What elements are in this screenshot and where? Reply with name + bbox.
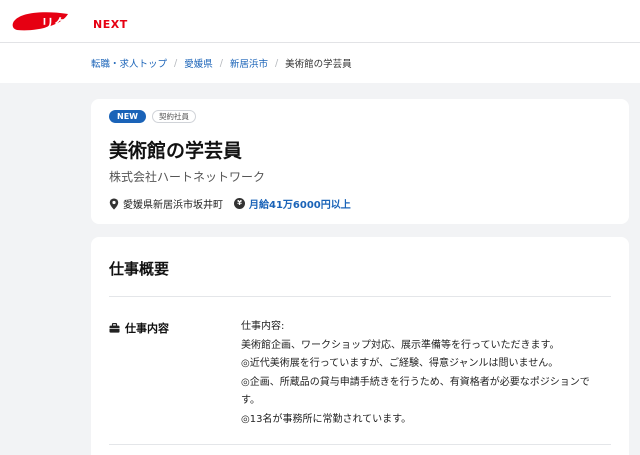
job-location: 愛媛県新居浜市坂井町 <box>109 196 223 211</box>
logo-mark: リクナビNEXT <box>11 8 131 34</box>
job-description-text: 仕事内容: 美術館企画、ワークショップ対応、展示準備等を行っていただきます。 ◎… <box>241 318 616 429</box>
breadcrumb-separator: / <box>274 57 279 69</box>
breadcrumb-item-prefecture[interactable]: 愛媛県 <box>184 56 213 70</box>
yen-icon: ¥ <box>234 198 245 209</box>
job-title: 美術館の学芸員 <box>109 140 243 162</box>
pin-icon <box>109 198 119 209</box>
job-description-label-text: 仕事内容 <box>125 322 169 335</box>
description-line: 美術館企画、ワークショップ対応、展示準備等を行っていただきます。 <box>241 339 560 351</box>
divider <box>109 296 611 297</box>
description-line: ◎13名が事務所に常勤されています。 <box>241 413 412 425</box>
breadcrumb-separator: / <box>174 57 178 69</box>
breadcrumb-separator: / <box>219 57 223 69</box>
description-line: ◎近代美術展を行っていますが、ご経験、得意ジャンルは問いません。 <box>241 358 559 369</box>
breadcrumb-item-city[interactable]: 新居浜市 <box>230 56 268 70</box>
employment-type-badge: 契約社員 <box>151 110 196 123</box>
logo-text: リクナビNEXT <box>41 17 128 32</box>
job-tags: NEW 契約社員 <box>109 110 196 123</box>
briefcase-icon <box>109 323 120 333</box>
job-salary: ¥ 月給41万6000円以上 <box>234 196 351 211</box>
breadcrumb-bar: 転職・求人トップ / 愛媛県 / 新居浜市 / 美術館の学芸員 <box>0 43 640 83</box>
section-title: 仕事概要 <box>109 260 170 278</box>
company-name: 株式会社ハートネットワーク <box>109 170 266 184</box>
job-description-label: 仕事内容 <box>109 320 169 336</box>
site-header: リクナビNEXT <box>0 0 640 43</box>
new-badge: NEW <box>109 110 146 123</box>
job-meta: 愛媛県新居浜市坂井町 ¥ 月給41万6000円以上 <box>109 196 351 211</box>
job-location-text: 愛媛県新居浜市坂井町 <box>123 200 223 211</box>
job-salary-text: 月給41万6000円以上 <box>249 200 351 211</box>
description-line: ◎企画、所蔵品の貸与申請手続きを行うため、有資格者が必要なポジションで <box>241 376 590 388</box>
breadcrumb-item-current: 美術館の学芸員 <box>285 59 352 70</box>
breadcrumb-item-top[interactable]: 転職・求人トップ <box>91 56 167 70</box>
divider <box>109 444 611 445</box>
job-summary-card: NEW 契約社員 美術館の学芸員 株式会社ハートネットワーク 愛媛県新居浜市坂井… <box>91 99 629 224</box>
description-line: す。 <box>241 395 260 406</box>
job-overview-card: 仕事概要 仕事内容 仕事内容: 美術館企画、ワークショップ対応、展示準備等を行っ… <box>91 237 629 455</box>
description-line: 仕事内容: <box>241 321 285 332</box>
site-logo[interactable]: リクナビNEXT <box>11 8 131 34</box>
breadcrumb: 転職・求人トップ / 愛媛県 / 新居浜市 / 美術館の学芸員 <box>91 56 352 71</box>
